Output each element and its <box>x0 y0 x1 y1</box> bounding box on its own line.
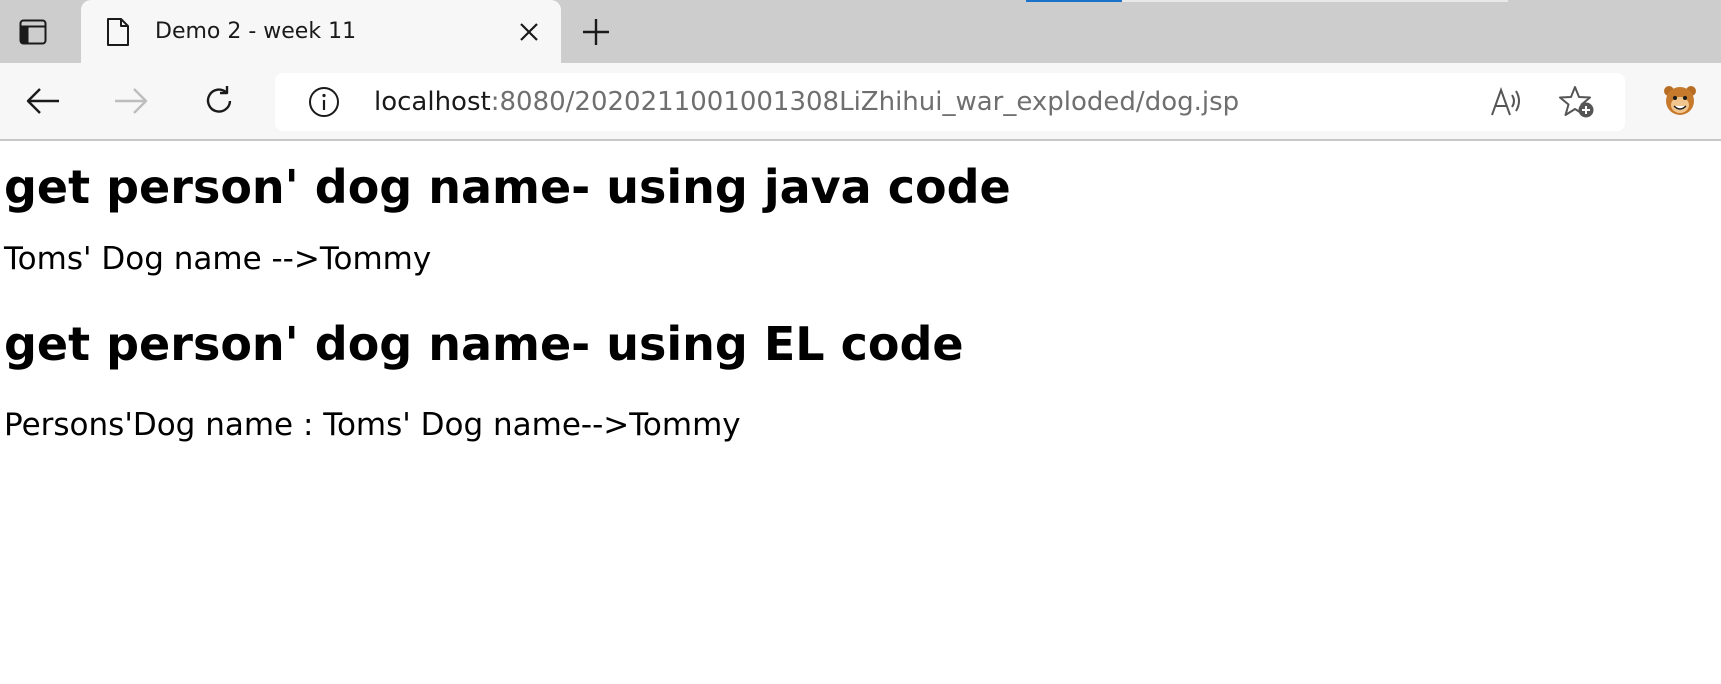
loading-indicator <box>1026 0 1122 2</box>
profile-button[interactable] <box>1661 81 1699 119</box>
page-content: get person' dog name- using java code To… <box>0 141 1721 684</box>
back-arrow-icon <box>26 87 60 115</box>
info-icon <box>308 86 340 118</box>
read-aloud-icon <box>1490 87 1524 117</box>
refresh-icon <box>202 84 236 118</box>
heading-java-code: get person' dog name- using java code <box>4 160 1011 214</box>
loading-track <box>1122 0 1508 2</box>
new-tab-button[interactable] <box>580 16 612 48</box>
address-bar[interactable]: localhost:8080/2020211001001308LiZhihui_… <box>275 73 1625 131</box>
tab-active[interactable]: Demo 2 - week 11 <box>81 0 561 63</box>
profile-avatar-icon <box>1663 83 1697 117</box>
url-text[interactable]: localhost:8080/2020211001001308LiZhihui_… <box>374 86 1239 118</box>
text-java-dog-name: Toms' Dog name -->Tommy <box>4 241 432 277</box>
tab-strip: Demo 2 - week 11 <box>0 0 1721 63</box>
text-el-dog-name: Persons'Dog name : Toms' Dog name-->Tomm… <box>4 407 741 443</box>
close-icon <box>519 22 539 42</box>
browser-window: Demo 2 - week 11 localhost:8080/20202110… <box>0 0 1721 684</box>
add-favorite-icon <box>1559 85 1595 119</box>
url-path: :8080/2020211001001308LiZhihui_war_explo… <box>490 87 1240 117</box>
back-button[interactable] <box>23 81 63 121</box>
add-favorite-button[interactable] <box>1559 85 1595 119</box>
tab-actions-button[interactable] <box>14 16 52 48</box>
site-info-button[interactable] <box>308 86 340 118</box>
document-icon <box>103 17 133 47</box>
tab-actions-icon <box>19 19 47 45</box>
forward-button[interactable] <box>111 81 151 121</box>
url-host: localhost <box>374 87 491 117</box>
read-aloud-button[interactable] <box>1489 86 1525 118</box>
close-tab-button[interactable] <box>515 18 543 46</box>
plus-icon <box>582 18 610 46</box>
heading-el-code: get person' dog name- using EL code <box>4 317 964 371</box>
refresh-button[interactable] <box>199 81 239 121</box>
forward-arrow-icon <box>114 87 148 115</box>
navigation-toolbar: localhost:8080/2020211001001308LiZhihui_… <box>0 63 1721 141</box>
tab-title: Demo 2 - week 11 <box>155 19 357 44</box>
